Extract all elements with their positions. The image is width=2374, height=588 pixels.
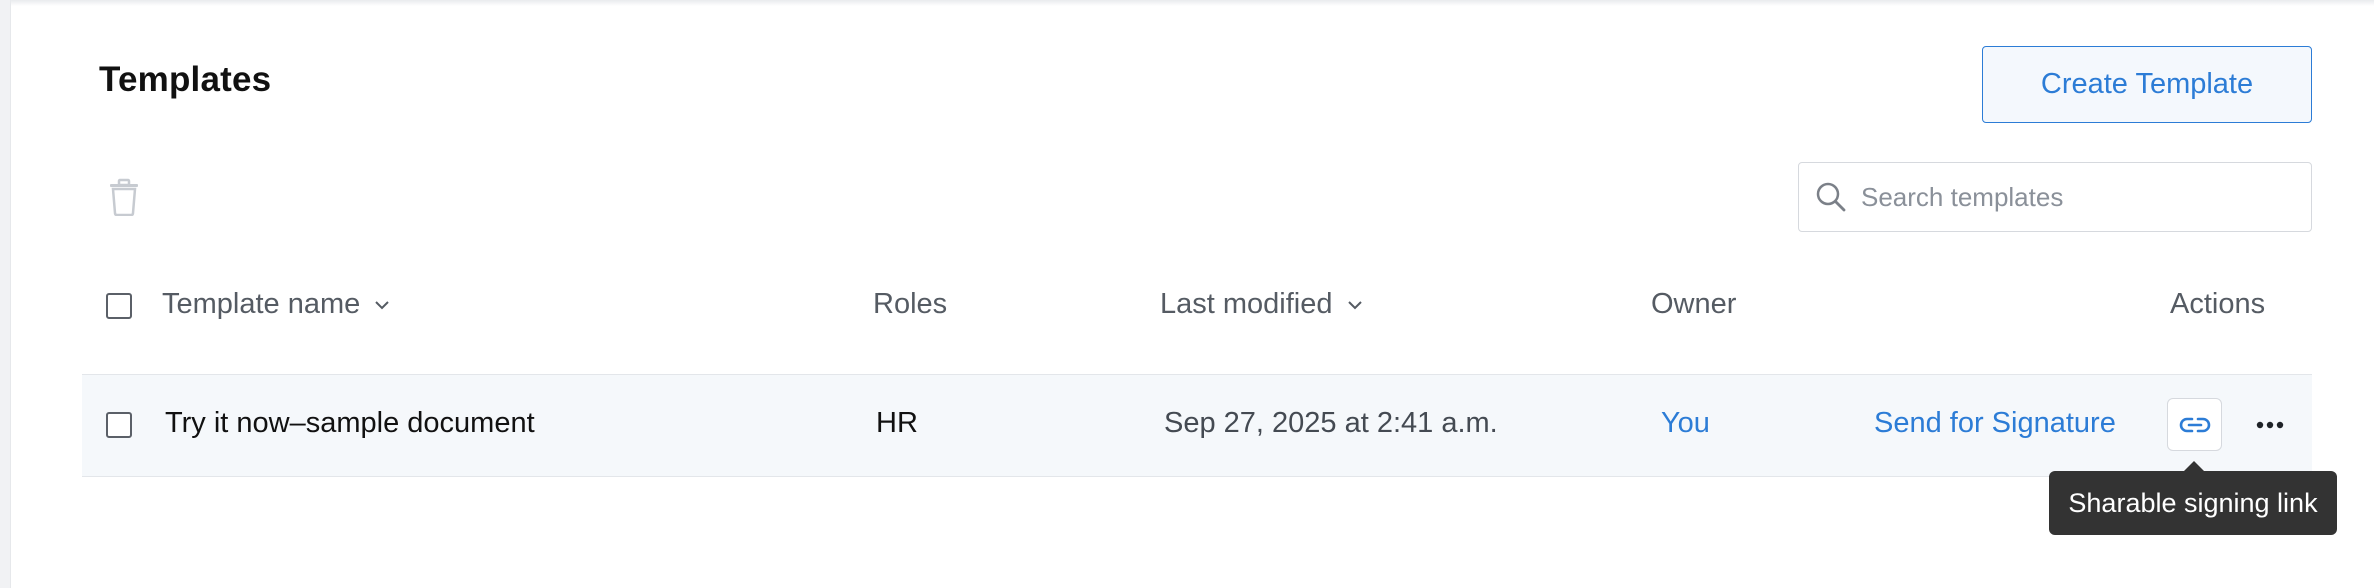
search-input[interactable] xyxy=(1859,180,2293,214)
row-checkbox[interactable] xyxy=(106,412,132,438)
column-header-label: Roles xyxy=(873,288,948,320)
left-panel-edge xyxy=(0,0,11,588)
send-for-signature-link[interactable]: Send for Signature xyxy=(1874,407,2116,440)
column-header-actions: Actions xyxy=(2170,288,2265,321)
roles-cell: HR xyxy=(876,407,918,439)
last-modified-cell: Sep 27, 2025 at 2:41 a.m. xyxy=(1164,407,1498,439)
column-header-label: Last modified xyxy=(1160,288,1333,320)
page-title: Templates xyxy=(99,60,272,99)
top-shadow xyxy=(10,0,2374,6)
search-box[interactable] xyxy=(1798,162,2312,232)
chevron-down-icon xyxy=(1347,300,1362,309)
link-icon xyxy=(2179,417,2210,432)
create-template-button[interactable]: Create Template xyxy=(1982,46,2312,123)
column-header-owner: Owner xyxy=(1651,288,1736,321)
search-icon xyxy=(1816,182,1846,212)
chevron-down-icon xyxy=(375,300,389,309)
template-name-cell[interactable]: Try it now–sample document xyxy=(165,407,535,440)
more-actions-button[interactable] xyxy=(2252,400,2288,450)
column-header-label: Owner xyxy=(1651,288,1737,320)
sharable-link-button[interactable] xyxy=(2167,398,2222,451)
column-header-label: Actions xyxy=(2170,288,2266,320)
select-all-checkbox[interactable] xyxy=(106,293,132,319)
tooltip: Sharable signing link xyxy=(2049,471,2337,535)
column-header-label: Template name xyxy=(162,288,361,320)
more-horizontal-icon xyxy=(2256,421,2284,429)
column-header-template-name[interactable]: Template name xyxy=(162,288,390,321)
owner-link[interactable]: You xyxy=(1661,407,1710,440)
trash-icon[interactable] xyxy=(106,178,142,217)
column-header-roles: Roles xyxy=(873,288,947,321)
column-header-last-modified[interactable]: Last modified xyxy=(1160,288,1363,321)
